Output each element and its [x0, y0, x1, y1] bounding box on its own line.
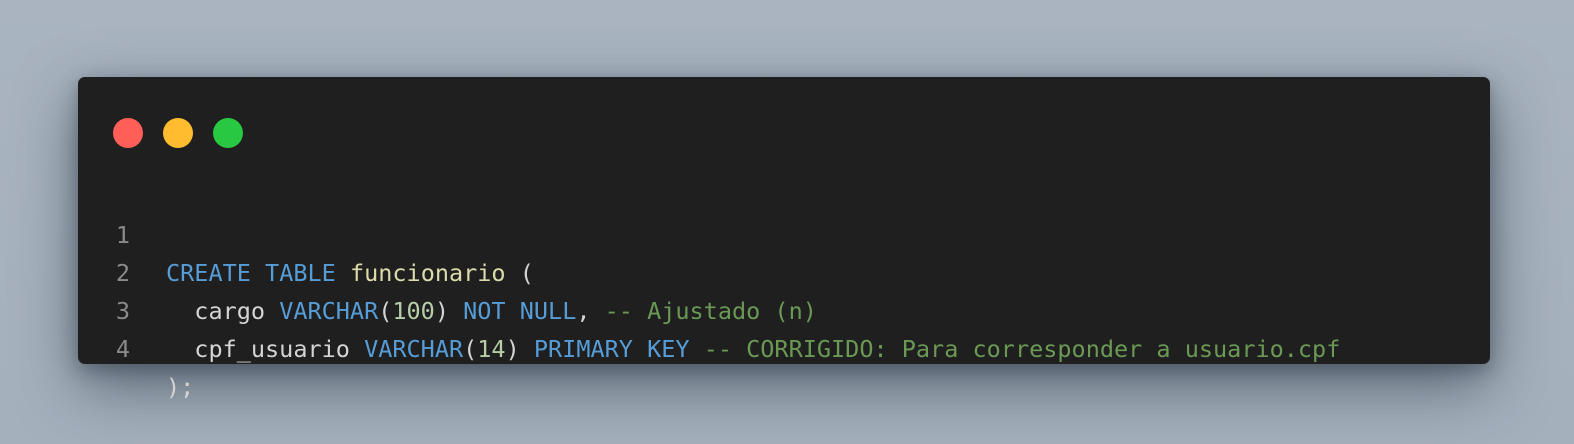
code-token: -- CORRIGIDO: Para corresponder a usuari…	[703, 335, 1341, 363]
minimize-dot-icon[interactable]	[163, 118, 193, 148]
code-line: 1 CREATE TABLE funcionario (	[78, 178, 1490, 287]
code-token: )	[505, 335, 534, 363]
code-token: );	[166, 373, 195, 401]
code-token: PRIMARY	[533, 335, 633, 363]
maximize-dot-icon[interactable]	[213, 118, 243, 148]
code-token: VARCHAR	[364, 335, 464, 363]
code-line: 4 );	[78, 292, 1490, 401]
code-line: 2 cargo VARCHAR(100) NOT NULL, -- Ajusta…	[78, 216, 1490, 325]
close-dot-icon[interactable]	[113, 118, 143, 148]
code-token: KEY	[647, 335, 690, 363]
line-number: 4	[115, 335, 130, 363]
code-token: (	[463, 335, 478, 363]
code-window: 1 CREATE TABLE funcionario ( 2 cargo VAR…	[78, 77, 1490, 401]
line-source: cpf_usuario VARCHAR(14) PRIMARY KEY -- C…	[166, 330, 1340, 368]
code-block: 1 CREATE TABLE funcionario ( 2 cargo VAR…	[78, 178, 1490, 401]
code-token: cpf_usuario	[166, 335, 365, 363]
code-line: 3 cpf_usuario VARCHAR(14) PRIMARY KEY --…	[78, 254, 1490, 363]
line-source: );	[166, 368, 194, 406]
code-token: 14	[477, 335, 506, 363]
